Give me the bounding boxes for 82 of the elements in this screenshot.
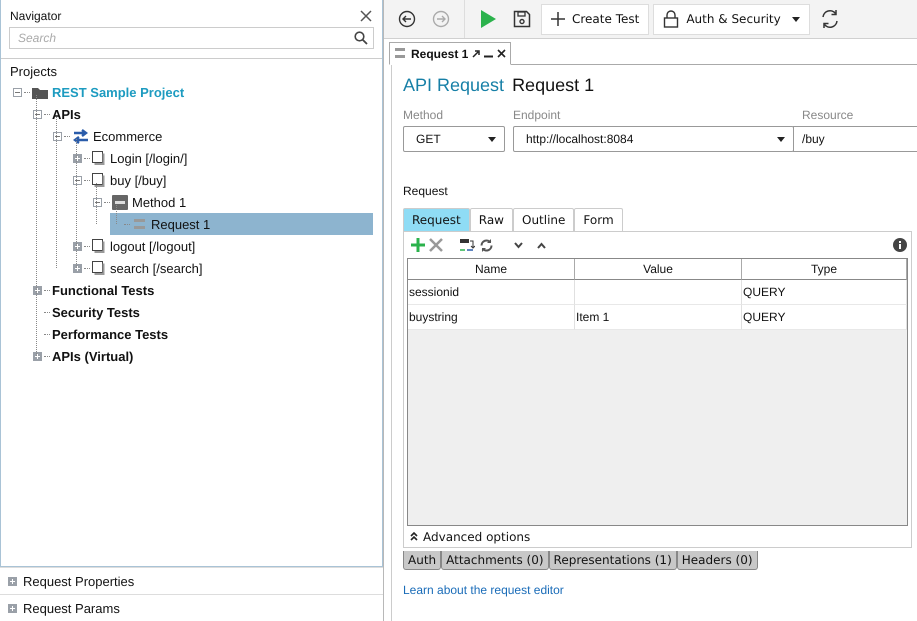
collapse-icon[interactable] — [92, 198, 102, 206]
document-icon — [92, 261, 106, 275]
tree-item[interactable]: Request 1 — [110, 213, 373, 235]
table-cell: Item 1 — [575, 305, 742, 330]
table-cell: buystring — [408, 305, 575, 330]
tree-item[interactable]: logout [/logout] — [70, 235, 373, 257]
tree-item[interactable]: Functional Tests — [30, 279, 373, 301]
refresh-icon — [820, 9, 840, 29]
tree-item[interactable]: Security Tests — [30, 301, 373, 323]
badge-icon — [112, 194, 128, 210]
expand-icon[interactable] — [72, 264, 82, 272]
advanced-options-toggle[interactable]: Advanced options — [410, 530, 530, 544]
info-icon[interactable] — [893, 238, 907, 252]
tree-item[interactable]: buy [/buy] — [70, 169, 373, 191]
section-header[interactable]: Request Params — [0, 594, 383, 621]
search-field[interactable]: Search — [9, 27, 374, 49]
expand-icon[interactable] — [72, 154, 82, 162]
tab[interactable]: Outline — [513, 208, 574, 231]
tab[interactable]: Request — [403, 208, 470, 231]
document-icon — [92, 151, 106, 165]
field-label: Resource — [802, 108, 854, 122]
tree-item[interactable]: APIs (Virtual) — [30, 345, 373, 367]
add-icon[interactable] — [411, 238, 425, 252]
tab[interactable]: Representations (1) — [548, 551, 677, 570]
resource-field[interactable]: /buy — [793, 126, 917, 152]
tree-item[interactable]: Performance Tests — [30, 323, 373, 345]
document-icon — [92, 173, 106, 187]
tab[interactable]: Headers (0) — [676, 551, 758, 570]
expand-icon[interactable] — [72, 242, 82, 250]
field-label: Method — [403, 108, 444, 122]
tab[interactable]: Raw — [470, 208, 513, 231]
section-header[interactable]: Request Properties — [0, 567, 383, 594]
document-icon — [92, 239, 106, 253]
expand-icon[interactable] — [32, 352, 42, 360]
forward-icon — [432, 10, 450, 28]
tab[interactable]: Form — [574, 208, 623, 231]
create-test-button[interactable]: Create Test — [541, 4, 650, 34]
close-icon[interactable] — [360, 10, 372, 22]
table-cell: QUERY — [742, 305, 907, 330]
refresh-icon[interactable] — [479, 238, 494, 252]
tree-item[interactable]: search [/search] — [70, 257, 373, 279]
expand-icon[interactable] — [8, 576, 17, 586]
tree-item[interactable]: APIs — [30, 103, 373, 125]
page-title: Request 1 — [512, 75, 594, 96]
collapse-icon[interactable] — [52, 132, 62, 140]
collapse-icon[interactable] — [72, 176, 82, 184]
dropdown-button[interactable]: Auth & Security — [653, 4, 810, 34]
panel-title: Navigator — [10, 9, 62, 23]
folder-icon — [32, 85, 48, 99]
move-up-icon[interactable] — [537, 242, 546, 248]
move-down-icon[interactable] — [514, 242, 523, 248]
section-label: Request — [403, 184, 449, 198]
tree-item[interactable]: Login [/login/] — [70, 147, 373, 169]
tab[interactable]: Attachments (0) — [441, 551, 549, 570]
editor-tab[interactable]: Request 1 — [389, 42, 512, 65]
plus-icon — [551, 12, 565, 26]
expand-icon[interactable] — [32, 286, 42, 294]
lock-icon — [663, 10, 680, 28]
help-link[interactable]: Learn about the request editor — [403, 583, 564, 597]
tree-item[interactable]: Method 1 — [90, 191, 373, 213]
collapse-icon[interactable] — [12, 88, 22, 96]
expand-icon[interactable] — [8, 604, 17, 612]
field-label: Endpoint — [513, 108, 562, 122]
stack-icon — [394, 47, 407, 60]
search-icon[interactable] — [354, 31, 368, 45]
encode-icon[interactable] — [459, 238, 475, 252]
save-icon — [513, 10, 531, 28]
method-dropdown[interactable]: GET — [403, 126, 505, 152]
section-label: Projects — [9, 63, 58, 81]
chevrons-up-icon — [410, 532, 418, 541]
page-type: API Request — [403, 75, 504, 96]
close-icon[interactable] — [497, 49, 506, 58]
endpoint-dropdown[interactable]: http://localhost:8084 — [513, 126, 794, 152]
play-icon — [479, 9, 497, 29]
pin-icon[interactable] — [472, 50, 480, 58]
tree-item[interactable]: Ecommerce — [50, 125, 373, 147]
delete-icon[interactable] — [429, 238, 443, 252]
stack-icon — [132, 217, 147, 231]
tab[interactable]: Auth — [403, 551, 442, 570]
collapse-icon[interactable] — [32, 110, 42, 118]
arrows-icon — [72, 128, 89, 144]
back-icon — [398, 10, 416, 28]
